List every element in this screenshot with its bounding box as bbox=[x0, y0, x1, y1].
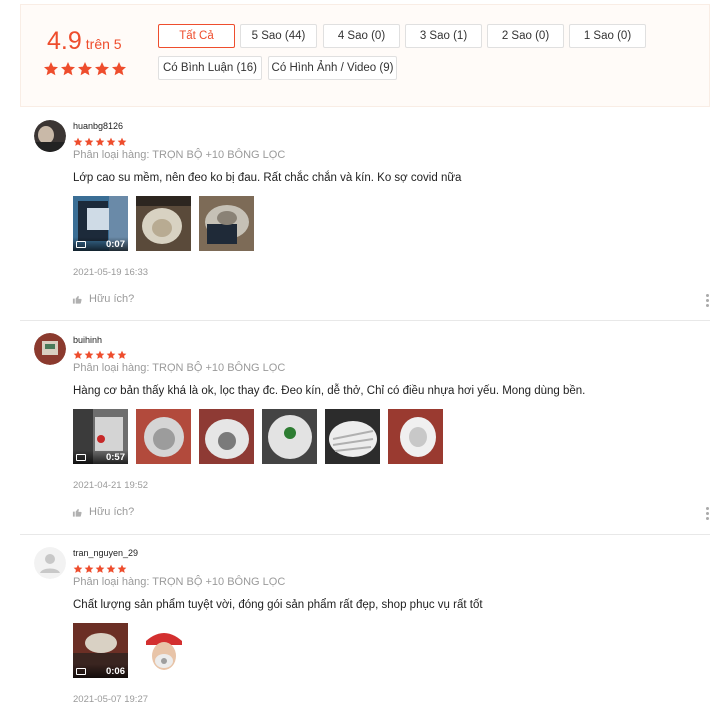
rating-score-out-of: trên 5 bbox=[85, 36, 122, 52]
review-media: 0:57 bbox=[73, 409, 443, 464]
star-icon bbox=[95, 137, 105, 147]
star-icon bbox=[95, 564, 105, 574]
review-divider bbox=[20, 534, 710, 535]
review-video-thumbnail[interactable]: 0:06 bbox=[73, 623, 128, 678]
star-icon bbox=[84, 137, 94, 147]
star-icon bbox=[73, 564, 83, 574]
thumbs-up-icon bbox=[72, 507, 83, 518]
review-photo-thumbnail[interactable] bbox=[199, 409, 254, 464]
video-duration: 0:57 bbox=[105, 451, 125, 463]
avatar[interactable] bbox=[34, 547, 66, 579]
rating-stars bbox=[43, 61, 127, 77]
video-camera-icon bbox=[76, 453, 86, 461]
filter-1-star[interactable]: 1 Sao (0) bbox=[569, 24, 646, 48]
star-icon bbox=[43, 61, 59, 77]
rating-score: 4.9 trên 5 bbox=[47, 27, 122, 56]
review-stars bbox=[73, 350, 127, 360]
review-photo-thumbnail[interactable] bbox=[325, 409, 380, 464]
review-photo-thumbnail[interactable] bbox=[136, 409, 191, 464]
helpful-button[interactable]: Hữu ích? bbox=[72, 506, 134, 518]
video-camera-icon bbox=[76, 240, 86, 248]
review-stars bbox=[73, 564, 127, 574]
review-variant: Phân loại hàng: TRỌN BỘ +10 BÔNG LỌC bbox=[73, 149, 286, 161]
thumbs-up-icon bbox=[72, 294, 83, 305]
review-photo-thumbnail[interactable] bbox=[262, 409, 317, 464]
star-icon bbox=[94, 61, 110, 77]
avatar[interactable] bbox=[34, 333, 66, 365]
video-duration: 0:06 bbox=[105, 665, 125, 677]
filter-5-star[interactable]: 5 Sao (44) bbox=[240, 24, 317, 48]
star-icon bbox=[95, 350, 105, 360]
review-photo-thumbnail[interactable] bbox=[136, 196, 191, 251]
filter-all[interactable]: Tất Cả bbox=[158, 24, 235, 48]
star-icon bbox=[111, 61, 127, 77]
review-stars bbox=[73, 137, 127, 147]
review-photo-thumbnail[interactable] bbox=[136, 623, 191, 678]
star-icon bbox=[84, 350, 94, 360]
filter-with-comment[interactable]: Có Bình Luận (16) bbox=[158, 56, 262, 80]
review-media: 0:07 bbox=[73, 196, 254, 251]
review-variant: Phân loại hàng: TRỌN BỘ +10 BÔNG LỌC bbox=[73, 362, 286, 374]
review-video-thumbnail[interactable]: 0:57 bbox=[73, 409, 128, 464]
filter-with-media[interactable]: Có Hình Ảnh / Video (9) bbox=[268, 56, 397, 80]
more-options-icon[interactable] bbox=[706, 507, 710, 520]
review-photo-thumbnail[interactable] bbox=[199, 196, 254, 251]
review-username[interactable]: huanbg8126 bbox=[73, 121, 123, 131]
review-item: tran_nguyen_29 Phân loại hàng: TRỌN BỘ +… bbox=[20, 545, 710, 720]
star-icon bbox=[117, 137, 127, 147]
star-icon bbox=[117, 564, 127, 574]
review-comment: Lớp cao su mềm, nên đeo ko bị đau. Rất c… bbox=[73, 172, 462, 184]
star-icon bbox=[106, 350, 116, 360]
avatar[interactable] bbox=[34, 120, 66, 152]
star-icon bbox=[73, 137, 83, 147]
review-item: huanbg8126 Phân loại hàng: TRỌN BỘ +10 B… bbox=[20, 118, 710, 318]
star-icon bbox=[84, 564, 94, 574]
star-icon bbox=[106, 564, 116, 574]
star-icon bbox=[77, 61, 93, 77]
rating-summary: 4.9 trên 5 Tất Cả 5 Sao (44) 4 Sao (0) 3 … bbox=[20, 4, 710, 107]
filter-2-star[interactable]: 2 Sao (0) bbox=[487, 24, 564, 48]
review-username[interactable]: buihinh bbox=[73, 335, 102, 345]
helpful-label: Hữu ích? bbox=[89, 293, 135, 305]
review-comment: Hàng cơ bản thấy khá là ok, lọc thay đc.… bbox=[73, 385, 586, 397]
review-comment: Chất lượng sản phẩm tuyệt vời, đóng gói … bbox=[73, 599, 483, 611]
review-timestamp: 2021-05-07 19:27 bbox=[73, 694, 149, 705]
filter-3-star[interactable]: 3 Sao (1) bbox=[405, 24, 482, 48]
helpful-button[interactable]: Hữu ích? bbox=[72, 293, 134, 305]
review-username[interactable]: tran_nguyen_29 bbox=[73, 548, 138, 558]
rating-score-value: 4.9 bbox=[47, 27, 82, 55]
review-variant: Phân loại hàng: TRỌN BỘ +10 BÔNG LỌC bbox=[73, 576, 286, 588]
review-item: buihinh Phân loại hàng: TRỌN BỘ +10 BÔNG… bbox=[20, 331, 710, 531]
review-timestamp: 2021-04-21 19:52 bbox=[73, 480, 149, 491]
video-duration: 0:07 bbox=[105, 238, 125, 250]
video-camera-icon bbox=[76, 667, 86, 675]
more-options-icon[interactable] bbox=[706, 294, 710, 307]
review-photo-thumbnail[interactable] bbox=[388, 409, 443, 464]
star-icon bbox=[73, 350, 83, 360]
star-icon bbox=[117, 350, 127, 360]
review-media: 0:06 bbox=[73, 623, 191, 678]
review-timestamp: 2021-05-19 16:33 bbox=[73, 267, 149, 278]
review-divider bbox=[20, 320, 710, 321]
filter-4-star[interactable]: 4 Sao (0) bbox=[323, 24, 400, 48]
star-icon bbox=[106, 137, 116, 147]
review-video-thumbnail[interactable]: 0:07 bbox=[73, 196, 128, 251]
helpful-label: Hữu ích? bbox=[89, 506, 135, 518]
star-icon bbox=[60, 61, 76, 77]
